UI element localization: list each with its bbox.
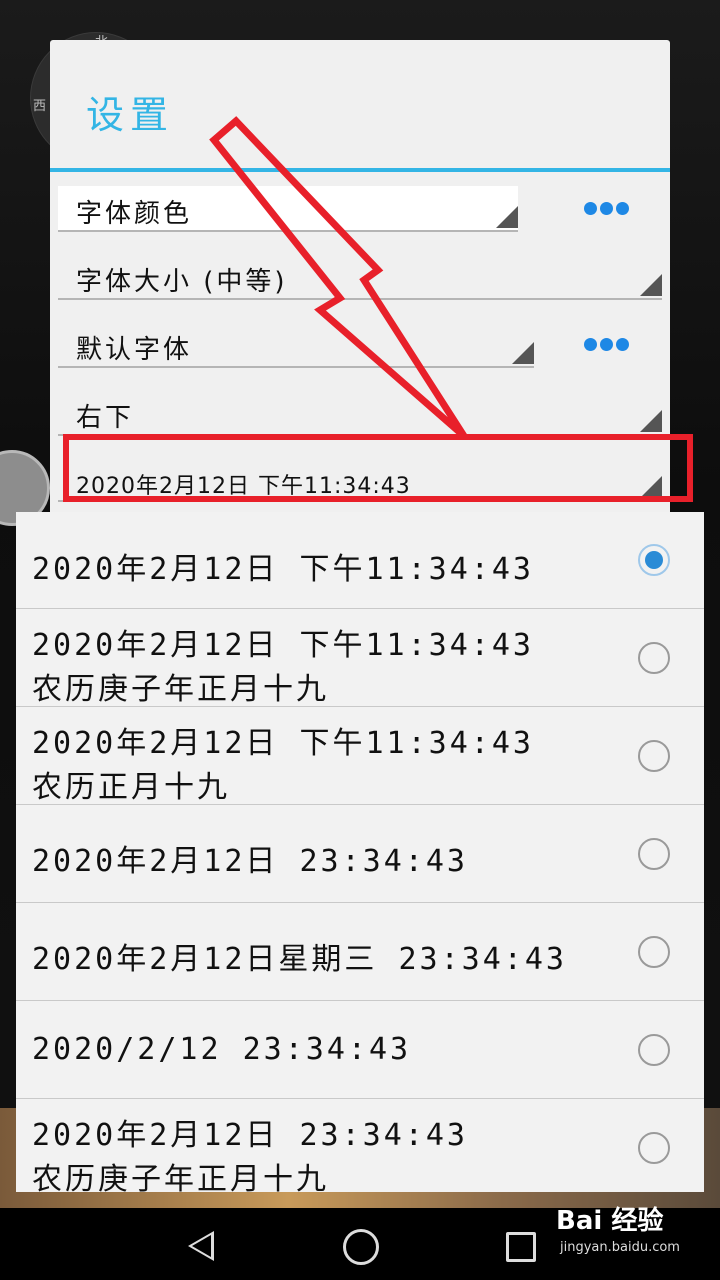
font-color-spinner[interactable]: 字体颜色 <box>58 186 518 232</box>
option-line2: 农历庚子年正月十九 <box>32 672 329 707</box>
option-line1: 2020年2月12日 下午11:34:43 <box>32 726 534 761</box>
setting-font-color[interactable]: 字体颜色 <box>58 186 670 232</box>
baidu-watermark: Bai 经验 jingyan.baidu.com <box>552 1196 718 1266</box>
list-item[interactable]: 2020年2月12日 下午11:34:43 农历庚子年正月十九 <box>16 610 704 707</box>
title-divider <box>50 168 670 172</box>
recents-square-icon[interactable] <box>500 1226 540 1266</box>
home-circle-icon[interactable] <box>340 1226 380 1266</box>
list-item[interactable]: 2020年2月12日 下午11:34:43 农历正月十九 <box>16 708 704 805</box>
font-size-spinner[interactable]: 字体大小 (中等) <box>58 254 662 300</box>
setting-label: 字体颜色 <box>76 199 193 229</box>
option-line1: 2020年2月12日 23:34:43 <box>32 844 468 879</box>
setting-label: 默认字体 <box>76 335 193 365</box>
setting-position[interactable]: 右下 <box>58 390 662 436</box>
radio-button[interactable] <box>638 936 670 968</box>
annotation-highlight-box <box>63 434 693 502</box>
option-line1: 2020年2月12日 下午11:34:43 <box>32 628 534 663</box>
list-item[interactable]: 2020年2月12日 下午11:34:43 <box>16 512 704 609</box>
radio-button[interactable] <box>638 544 670 576</box>
setting-default-font[interactable]: 默认字体 <box>58 322 670 368</box>
option-line1: 2020年2月12日星期三 23:34:43 <box>32 942 567 977</box>
date-format-options-list: 2020年2月12日 下午11:34:43 2020年2月12日 下午11:34… <box>16 512 704 1192</box>
radio-button[interactable] <box>638 1034 670 1066</box>
watermark-brand: Bai 经验 <box>556 1206 664 1236</box>
list-item[interactable]: 2020年2月12日星期三 23:34:43 <box>16 904 704 1001</box>
compass-west-label: 西 <box>33 99 47 114</box>
list-item[interactable]: 2020年2月12日 23:34:43 <box>16 806 704 903</box>
more-options-icon[interactable] <box>584 336 632 351</box>
setting-label: 字体大小 (中等) <box>76 267 288 297</box>
option-line2: 农历庚子年正月十九 <box>32 1162 329 1192</box>
spinner-corner-icon <box>640 410 662 432</box>
option-line1: 2020/2/12 23:34:43 <box>32 1032 412 1067</box>
spinner-corner-icon <box>640 274 662 296</box>
spinner-corner-icon <box>496 206 518 228</box>
list-item[interactable]: 2020/2/12 23:34:43 <box>16 1002 704 1099</box>
dialog-title: 设置 <box>86 93 175 137</box>
position-spinner[interactable]: 右下 <box>58 390 662 436</box>
radio-button[interactable] <box>638 740 670 772</box>
radio-button[interactable] <box>638 642 670 674</box>
spinner-corner-icon <box>512 342 534 364</box>
default-font-spinner[interactable]: 默认字体 <box>58 322 534 368</box>
setting-font-size[interactable]: 字体大小 (中等) <box>58 254 662 300</box>
option-line1: 2020年2月12日 23:34:43 <box>32 1118 468 1153</box>
radio-button[interactable] <box>638 1132 670 1164</box>
more-options-icon[interactable] <box>584 200 632 215</box>
back-triangle-icon[interactable] <box>182 1226 222 1266</box>
setting-label: 右下 <box>76 403 135 433</box>
option-line2: 农历正月十九 <box>32 770 230 805</box>
radio-button[interactable] <box>638 838 670 870</box>
option-line1: 2020年2月12日 下午11:34:43 <box>32 552 534 587</box>
watermark-url: jingyan.baidu.com <box>560 1240 680 1255</box>
list-item[interactable]: 2020年2月12日 23:34:43 农历庚子年正月十九 <box>16 1100 704 1192</box>
